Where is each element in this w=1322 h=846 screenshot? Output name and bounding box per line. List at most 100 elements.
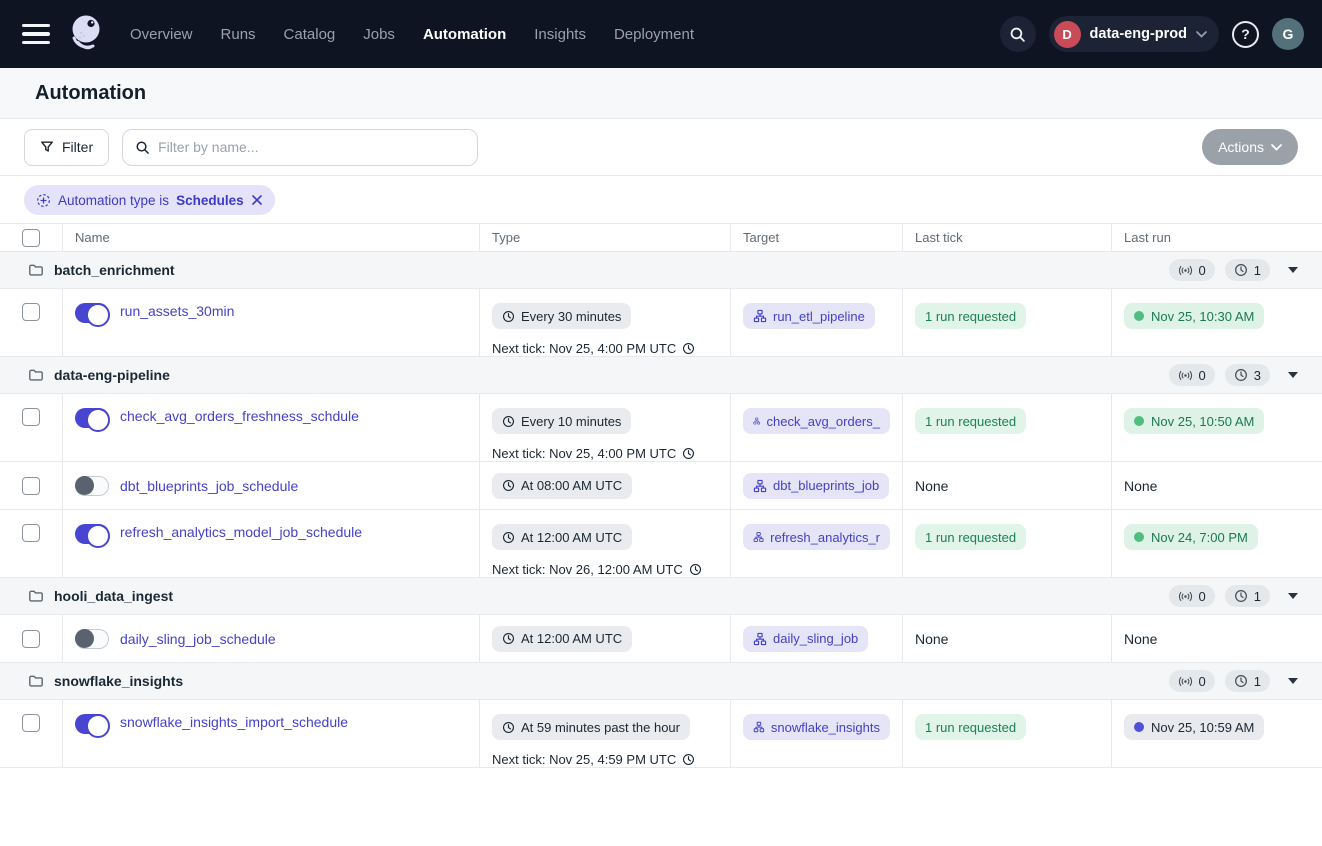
target-pill[interactable]: refresh_analytics_r xyxy=(743,524,890,550)
page-header: Automation xyxy=(0,68,1322,119)
schedule-row: run_assets_30min Every 30 minutes Next t… xyxy=(0,289,1322,357)
column-header-last-tick: Last tick xyxy=(903,224,1112,251)
schedule-type-label: At 08:00 AM UTC xyxy=(521,478,622,493)
target-pill[interactable]: dbt_blueprints_job xyxy=(743,473,889,499)
schedule-count-badge: 1 xyxy=(1225,259,1270,281)
nav-item-automation[interactable]: Automation xyxy=(423,26,506,43)
dagster-logo-icon[interactable] xyxy=(64,10,108,58)
filter-button[interactable]: Filter xyxy=(24,129,109,166)
nav-item-jobs[interactable]: Jobs xyxy=(363,26,395,43)
actions-button[interactable]: Actions xyxy=(1202,129,1298,165)
last-run-label: Nov 24, 7:00 PM xyxy=(1151,530,1248,545)
schedule-name-link[interactable]: daily_sling_job_schedule xyxy=(120,631,276,647)
group-collapse-caret-icon[interactable] xyxy=(1288,372,1298,378)
table-header: Name Type Target Last tick Last run xyxy=(0,223,1322,252)
schedule-enable-toggle[interactable] xyxy=(75,629,109,649)
name-filter-field xyxy=(122,129,478,166)
group-row: snowflake_insights 0 1 xyxy=(0,663,1322,700)
nav-item-insights[interactable]: Insights xyxy=(534,26,586,43)
job-icon xyxy=(753,479,767,493)
target-pill[interactable]: snowflake_insights xyxy=(743,714,890,740)
schedule-name-link[interactable]: refresh_analytics_model_job_schedule xyxy=(120,524,362,540)
row-checkbox[interactable] xyxy=(22,630,40,648)
group-schedule-count: 1 xyxy=(1254,674,1261,689)
schedule-name-link[interactable]: snowflake_insights_import_schedule xyxy=(120,714,348,730)
target-label: daily_sling_job xyxy=(773,631,858,646)
next-tick-label: Next tick: Nov 25, 4:00 PM UTC xyxy=(492,446,676,461)
schedule-enable-toggle[interactable] xyxy=(75,408,109,428)
sensor-count-badge: 0 xyxy=(1169,259,1215,281)
nav-item-runs[interactable]: Runs xyxy=(221,26,256,43)
row-checkbox[interactable] xyxy=(22,524,40,542)
schedule-enable-toggle[interactable] xyxy=(75,476,109,496)
last-run-pill[interactable]: Nov 25, 10:30 AM xyxy=(1124,303,1264,329)
remove-filter-icon[interactable] xyxy=(251,194,263,206)
automation-type-filter-chip[interactable]: Automation type is Schedules xyxy=(24,185,275,215)
schedule-enable-toggle[interactable] xyxy=(75,714,109,734)
last-run-pill[interactable]: Nov 25, 10:50 AM xyxy=(1124,408,1264,434)
sensor-count-badge: 0 xyxy=(1169,670,1215,692)
next-tick-label: Next tick: Nov 25, 4:59 PM UTC xyxy=(492,752,676,767)
target-label: snowflake_insights xyxy=(771,720,880,735)
search-button[interactable] xyxy=(1000,16,1036,52)
target-pill[interactable]: check_avg_orders_ xyxy=(743,408,890,434)
row-checkbox[interactable] xyxy=(22,408,40,426)
last-tick-pill[interactable]: 1 run requested xyxy=(915,303,1026,329)
last-run-pill[interactable]: Nov 25, 10:59 AM xyxy=(1124,714,1264,740)
clock-icon xyxy=(689,563,702,576)
user-avatar[interactable]: G xyxy=(1272,18,1304,50)
group-schedule-count: 1 xyxy=(1254,263,1261,278)
nav-item-deployment[interactable]: Deployment xyxy=(614,26,694,43)
nav-links: Overview Runs Catalog Jobs Automation In… xyxy=(130,26,694,43)
nav-item-catalog[interactable]: Catalog xyxy=(284,26,336,43)
schedule-type-pill: At 12:00 AM UTC xyxy=(492,626,632,652)
name-filter-input[interactable] xyxy=(158,139,465,155)
schedule-enable-toggle[interactable] xyxy=(75,524,109,544)
next-tick: Next tick: Nov 25, 4:00 PM UTC xyxy=(492,341,695,356)
schedule-name-link[interactable]: dbt_blueprints_job_schedule xyxy=(120,478,298,494)
schedule-row: dbt_blueprints_job_schedule At 08:00 AM … xyxy=(0,462,1322,510)
nav-item-overview[interactable]: Overview xyxy=(130,26,193,43)
schedule-name-link[interactable]: check_avg_orders_freshness_schdule xyxy=(120,408,359,424)
last-run-none: None xyxy=(1124,631,1157,647)
schedule-type-label: At 59 minutes past the hour xyxy=(521,720,680,735)
group-collapse-caret-icon[interactable] xyxy=(1288,678,1298,684)
run-status-dot xyxy=(1134,311,1144,321)
row-checkbox[interactable] xyxy=(22,477,40,495)
group-sensor-count: 0 xyxy=(1199,263,1206,278)
hamburger-menu-icon[interactable] xyxy=(22,24,50,44)
last-tick-pill[interactable]: 1 run requested xyxy=(915,714,1026,740)
schedule-type-label: Every 30 minutes xyxy=(521,309,621,324)
last-run-pill[interactable]: Nov 24, 7:00 PM xyxy=(1124,524,1258,550)
actions-button-label: Actions xyxy=(1218,139,1264,155)
group-row: batch_enrichment 0 1 xyxy=(0,252,1322,289)
row-checkbox[interactable] xyxy=(22,303,40,321)
clock-icon xyxy=(1234,368,1248,382)
target-pill[interactable]: run_etl_pipeline xyxy=(743,303,875,329)
last-tick-pill[interactable]: 1 run requested xyxy=(915,408,1026,434)
column-header-name: Name xyxy=(63,224,480,251)
last-tick-pill[interactable]: 1 run requested xyxy=(915,524,1026,550)
sensor-icon xyxy=(1178,676,1193,687)
schedule-name-link[interactable]: run_assets_30min xyxy=(120,303,234,319)
group-collapse-caret-icon[interactable] xyxy=(1288,593,1298,599)
last-run-label: Nov 25, 10:59 AM xyxy=(1151,720,1254,735)
clock-icon xyxy=(502,310,515,323)
clock-icon xyxy=(1234,674,1248,688)
sensor-icon xyxy=(1178,265,1193,276)
target-pill[interactable]: daily_sling_job xyxy=(743,626,868,652)
group-collapse-caret-icon[interactable] xyxy=(1288,267,1298,273)
select-all-checkbox[interactable] xyxy=(22,229,40,247)
schedule-type-pill: At 12:00 AM UTC xyxy=(492,524,632,550)
run-status-dot xyxy=(1134,416,1144,426)
filter-button-label: Filter xyxy=(62,139,93,155)
chevron-down-icon xyxy=(1196,31,1207,38)
clock-icon xyxy=(502,479,515,492)
schedule-enable-toggle[interactable] xyxy=(75,303,109,323)
help-button[interactable]: ? xyxy=(1232,21,1259,48)
clock-icon xyxy=(502,531,515,544)
schedule-row: snowflake_insights_import_schedule At 59… xyxy=(0,700,1322,768)
row-checkbox[interactable] xyxy=(22,714,40,732)
schedule-count-badge: 1 xyxy=(1225,585,1270,607)
workspace-switcher[interactable]: D data-eng-prod xyxy=(1049,16,1219,52)
